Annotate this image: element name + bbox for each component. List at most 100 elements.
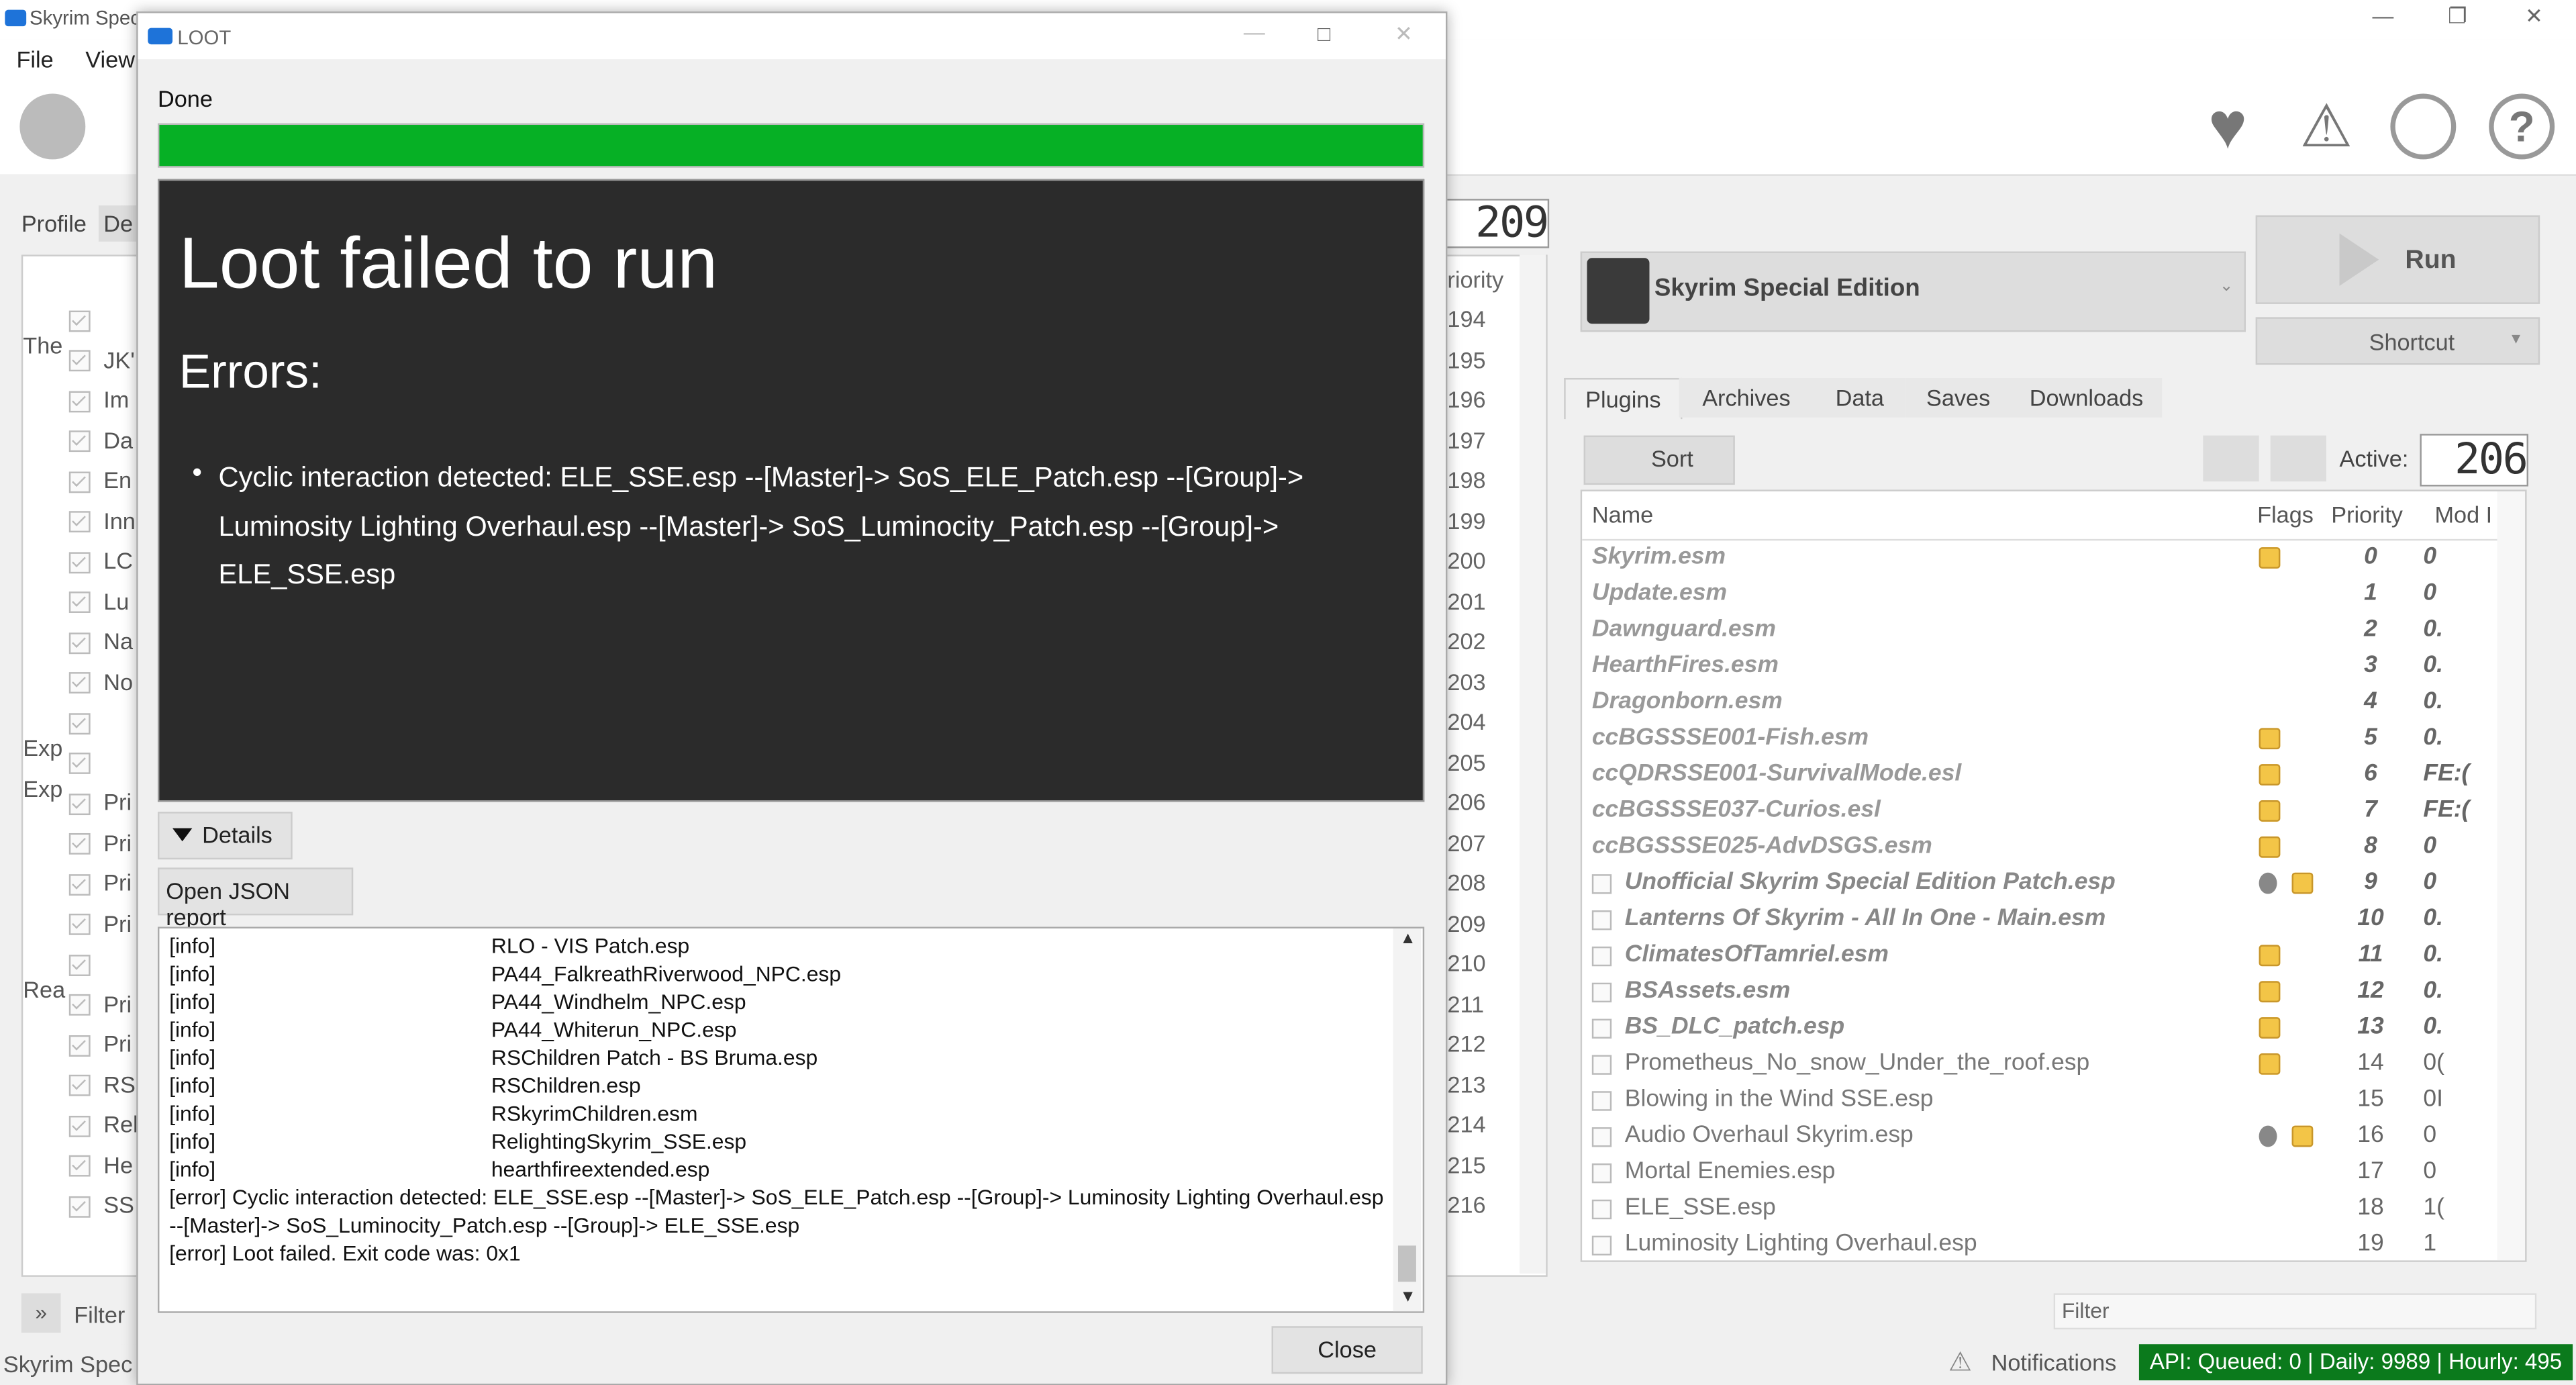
mod-list-row[interactable]: SS [23, 1192, 138, 1232]
plugin-row[interactable]: ccBGSSSE037-Curios.esl 7 FE:( [1582, 794, 2525, 830]
plugin-row[interactable]: Luminosity Lighting Overhaul.esp 19 1 [1582, 1227, 2525, 1260]
tab-archives[interactable]: Archives [1679, 377, 1814, 418]
sort-button[interactable]: Sort [1583, 435, 1735, 485]
restore-icon[interactable]: ❐ [2448, 3, 2467, 30]
plugin-row[interactable]: Lanterns Of Skyrim - All In One - Main.e… [1582, 902, 2525, 939]
log-scrollbar[interactable]: ▲ ▼ [1393, 928, 1422, 1312]
plugin-enabled-checkbox[interactable] [1591, 1018, 1612, 1039]
details-toggle-button[interactable]: Details [157, 812, 293, 860]
loot-maximize-icon[interactable]: □ [1318, 21, 1330, 46]
mod-enabled-checkbox[interactable] [68, 391, 91, 412]
plugin-row[interactable]: Skyrim.esm 0 0 [1582, 540, 2525, 577]
plugin-table[interactable]: Name Flags Priority Mod I Skyrim.esm 0 0 Up… [1580, 489, 2527, 1262]
tab-saves[interactable]: Saves [1905, 377, 2011, 418]
menu-file[interactable]: File [16, 46, 53, 73]
warning-icon[interactable]: ⚠ [2293, 93, 2359, 160]
mod-list-row[interactable]: LC [23, 547, 138, 587]
mod-enabled-checkbox[interactable] [68, 833, 91, 855]
mod-list-row[interactable]: No [23, 668, 138, 708]
tab-plugins[interactable]: Plugins [1564, 377, 1683, 420]
plugin-row[interactable]: ELE_SSE.esp 18 1( [1582, 1192, 2525, 1228]
mod-list-row[interactable]: Exp [23, 708, 138, 761]
help-icon[interactable]: ? [2489, 93, 2555, 160]
plugin-row[interactable]: Unofficial Skyrim Special Edition Patch.… [1582, 866, 2525, 902]
dropdown-arrow-icon[interactable]: ▼ [2509, 330, 2524, 346]
mod-enabled-checkbox[interactable] [68, 914, 91, 936]
mod-list-row[interactable]: Pri [23, 789, 138, 829]
mod-enabled-checkbox[interactable] [68, 471, 91, 493]
mod-enabled-checkbox[interactable] [68, 1196, 91, 1218]
plugin-row[interactable]: ccBGSSSE025-AdvDSGS.esm 8 0 [1582, 830, 2525, 866]
mod-enabled-checkbox[interactable] [68, 551, 91, 573]
mod-list-row[interactable]: Pri [23, 990, 138, 1031]
globe-icon[interactable] [2390, 93, 2457, 160]
scroll-up-icon[interactable]: ▲ [1399, 930, 1416, 948]
plugin-enabled-checkbox[interactable] [1591, 1163, 1612, 1184]
heart-icon[interactable]: ♥ [2195, 94, 2261, 160]
mod-enabled-checkbox[interactable] [68, 1155, 91, 1178]
plugin-enabled-checkbox[interactable] [1591, 1091, 1612, 1111]
mod-list-row[interactable]: Pri [23, 869, 138, 910]
mod-enabled-checkbox[interactable] [68, 873, 91, 896]
plugin-row[interactable]: Mortal Enemies.esp 17 0 [1582, 1155, 2525, 1192]
plugin-row[interactable]: BS_DLC_patch.esp 13 0. [1582, 1010, 2525, 1047]
mod-list-row[interactable]: Rel [23, 1111, 138, 1151]
plugin-enabled-checkbox[interactable] [1591, 982, 1612, 1003]
scroll-down-icon[interactable]: ▼ [1399, 1288, 1416, 1306]
notifications-icon[interactable]: ⚠ [1948, 1346, 1972, 1379]
mod-enabled-checkbox[interactable] [68, 511, 91, 533]
plugin-enabled-checkbox[interactable] [1591, 1055, 1612, 1075]
plugin-row[interactable]: Update.esm 1 0 [1582, 577, 2525, 613]
tab-details[interactable]: De [98, 205, 138, 242]
column-header-flags[interactable]: Flags [2257, 502, 2314, 528]
mod-list-scrollbar[interactable] [1520, 254, 1546, 1274]
column-header-mod-index[interactable]: Mod I [2434, 502, 2492, 528]
mod-enabled-checkbox[interactable] [68, 632, 91, 654]
loot-close-icon[interactable]: ✕ [1395, 21, 1413, 48]
plugin-filter-input[interactable]: Filter [2053, 1293, 2537, 1330]
plugin-row[interactable]: ClimatesOfTamriel.esm 11 0. [1582, 939, 2525, 975]
mod-list-row[interactable]: Im [23, 386, 138, 426]
mod-enabled-checkbox[interactable] [68, 712, 91, 734]
mod-enabled-checkbox[interactable] [68, 1035, 91, 1057]
mod-list-row[interactable]: Inn [23, 507, 138, 547]
mod-list-row[interactable]: Pri [23, 829, 138, 869]
mod-enabled-checkbox[interactable] [68, 672, 91, 694]
minimize-icon[interactable]: — [2372, 3, 2393, 28]
mod-enabled-checkbox[interactable] [68, 954, 91, 976]
mod-list-row[interactable]: En [23, 467, 138, 507]
plugin-row[interactable]: BSAssets.esm 12 0. [1582, 974, 2525, 1010]
plugin-row[interactable]: Audio Overhaul Skyrim.esp 16 0 [1582, 1119, 2525, 1155]
mod-enabled-checkbox[interactable] [68, 753, 91, 775]
plugin-row[interactable]: ccBGSSSE001-Fish.esm 5 0. [1582, 722, 2525, 758]
plugin-row[interactable]: Dragonborn.esm 4 0. [1582, 685, 2525, 722]
mod-list-row[interactable]: Rea [23, 950, 138, 1002]
plugin-row[interactable]: ccQDRSSE001-SurvivalMode.esl 6 FE:( [1582, 757, 2525, 794]
plugin-row[interactable]: HearthFires.esm 3 0. [1582, 649, 2525, 685]
tab-downloads[interactable]: Downloads [2010, 377, 2163, 418]
plugin-enabled-checkbox[interactable] [1591, 1199, 1612, 1220]
mod-list-row[interactable]: Pri [23, 1031, 138, 1071]
mod-list-row[interactable]: Na [23, 628, 138, 668]
close-button[interactable]: Close [1271, 1326, 1423, 1374]
plugin-enabled-checkbox[interactable] [1591, 1127, 1612, 1147]
mod-list-row[interactable]: JK' [23, 346, 138, 386]
mod-list-row[interactable]: He [23, 1151, 138, 1192]
mod-list-row[interactable]: RS [23, 1071, 138, 1111]
plugin-enabled-checkbox[interactable] [1591, 1235, 1612, 1256]
mod-list-row[interactable]: Da [23, 426, 138, 467]
plugin-enabled-checkbox[interactable] [1591, 946, 1612, 967]
mod-enabled-checkbox[interactable] [68, 1115, 91, 1137]
open-json-report-button[interactable]: Open JSON report [157, 867, 354, 930]
mod-enabled-checkbox[interactable] [68, 350, 91, 372]
close-icon[interactable]: ✕ [2525, 3, 2543, 30]
plugin-row[interactable]: Blowing in the Wind SSE.esp 15 0I [1582, 1083, 2525, 1119]
expand-filter-button[interactable]: » [21, 1293, 61, 1333]
mod-enabled-checkbox[interactable] [68, 793, 91, 815]
mod-enabled-checkbox[interactable] [68, 431, 91, 452]
loot-minimize-icon[interactable]: — [1244, 19, 1265, 44]
tab-data[interactable]: Data [1814, 377, 1906, 418]
log-output[interactable]: [info] RLO - VIS Patch.esp [info] PA44_Falk… [157, 926, 1425, 1313]
mod-enabled-checkbox[interactable] [68, 994, 91, 1016]
mod-enabled-checkbox[interactable] [68, 1075, 91, 1097]
